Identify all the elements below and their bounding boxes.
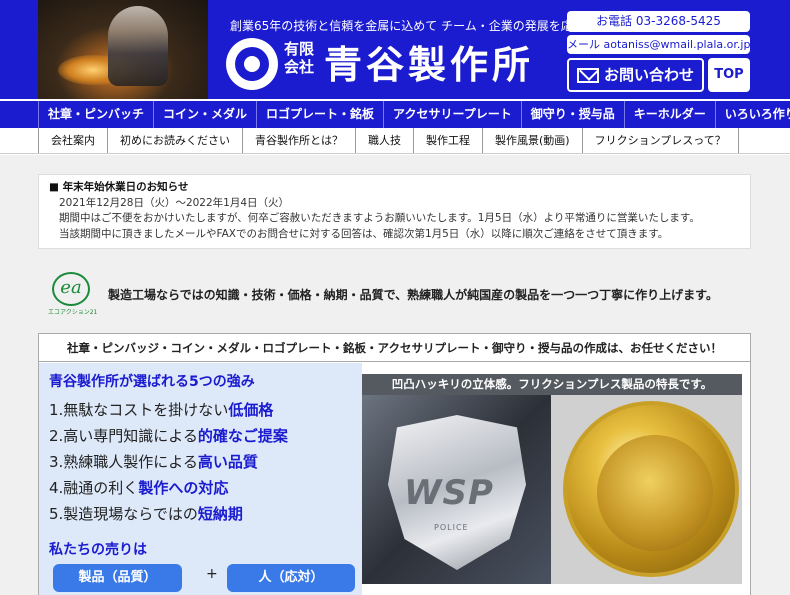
- eco-logo-mark: ea: [52, 272, 90, 306]
- nav-item-read-first[interactable]: 初めにお読みください: [108, 128, 243, 153]
- badge-emblem-text: WSP: [404, 473, 494, 513]
- site-header: 創業65年の技術と信頼を金属に込めて チーム・企業の発展を応援する 有限会社 青…: [0, 0, 790, 99]
- features-panel: 社章・ピンバッジ・コイン・メダル・ロゴプレート・銘板・アクセサリプレート・御守り…: [38, 333, 751, 595]
- selling-points-title: 私たちの売りは: [49, 542, 147, 558]
- nav-item-pin-badges[interactable]: 社章・ピンバッチ: [38, 101, 155, 128]
- email-link[interactable]: メール aotaniss@wmail.plala.or.jp: [567, 35, 750, 54]
- service-button[interactable]: 人（応対）: [227, 564, 355, 592]
- dragon-coin-photo: [551, 395, 742, 584]
- company-logo-icon[interactable]: [226, 38, 278, 90]
- strength-item: 4.融通の利く製作への対応: [49, 479, 229, 497]
- panel-headline: 社章・ピンバッジ・コイン・メダル・ロゴプレート・銘板・アクセサリプレート・御守り…: [39, 334, 750, 362]
- plus-sign: +: [206, 566, 218, 582]
- envelope-icon: [577, 68, 599, 83]
- contact-button-label: お問い合わせ: [604, 66, 695, 84]
- holiday-notice: ■ 年末年始休業日のお知らせ 2021年12月28日（火）～2022年1月4日（…: [38, 174, 751, 249]
- contact-button[interactable]: お問い合わせ: [567, 58, 704, 92]
- nav-item-logo-plates[interactable]: ロゴプレート・銘板: [257, 101, 385, 128]
- strength-item: 3.熟練職人製作による高い品質: [49, 453, 258, 471]
- strength-item: 2.高い専門知識による的確なご提案: [49, 427, 288, 445]
- notice-title: ■ 年末年始休業日のお知らせ: [49, 181, 189, 193]
- eco-statement: 製造工場ならではの知識・技術・価格・納期・品質で、熟練職人が純国産の製品を一つ一…: [108, 288, 718, 302]
- nav-item-craftsmanship[interactable]: 職人技: [356, 128, 414, 153]
- eco-action-logo: ea エコアクション21: [48, 272, 97, 318]
- nav-item-video[interactable]: 製作風景(動画): [483, 128, 583, 153]
- nav-item-keychains[interactable]: キーホルダー: [625, 101, 716, 128]
- notice-line: 当該期間中に頂きましたメールやFAXでのお問合せに対する回答は、確認次第1月5日…: [59, 227, 669, 240]
- nav-item-process[interactable]: 製作工程: [414, 128, 483, 153]
- strength-item: 1.無駄なコストを掛けない低価格: [49, 401, 274, 419]
- company-name[interactable]: 青谷製作所: [324, 34, 534, 89]
- nav-item-company[interactable]: 会社案内: [38, 128, 108, 153]
- nav-item-friction-press[interactable]: フリクションプレスって？: [583, 128, 739, 153]
- strengths-title: 青谷製作所が選ばれる5つの強み: [49, 374, 255, 390]
- tagline: 創業65年の技術と信頼を金属に込めて チーム・企業の発展を応援する: [230, 19, 609, 33]
- company-kind: 有限会社: [284, 40, 315, 76]
- top-button[interactable]: TOP: [708, 58, 750, 92]
- strengths-column: 青谷製作所が選ばれる5つの強み 1.無駄なコストを掛けない低価格 2.高い専門知…: [39, 363, 362, 595]
- nav-item-other-products[interactable]: いろいろ作ります: [716, 101, 790, 128]
- craftsman-photo: [38, 0, 208, 99]
- eco-logo-caption: エコアクション21: [48, 309, 98, 316]
- notice-line: 期間中はご不便をおかけいたしますが、何卒ご容赦いただきますようお願いいたします。…: [59, 212, 700, 224]
- phone-link[interactable]: お電話 03-3268-5425: [567, 11, 750, 32]
- strength-item: 5.製造現場ならではの短納期: [49, 505, 243, 523]
- photo-caption: 凹凸ハッキリの立体感。フリクションプレス製品の特長です。: [362, 374, 742, 395]
- nav-item-about[interactable]: 青谷製作所とは？: [243, 128, 356, 153]
- secondary-nav: 会社案内 初めにお読みください 青谷製作所とは？ 職人技 製作工程 製作風景(動…: [0, 128, 790, 154]
- primary-nav: 社章・ピンバッチ コイン・メダル ロゴプレート・銘板 アクセサリープレート 御守…: [0, 99, 790, 128]
- police-badge-photo: WSP POLICE: [362, 395, 551, 584]
- quality-button[interactable]: 製品（品質）: [53, 564, 182, 592]
- notice-line: 2021年12月28日（火）～2022年1月4日（火）: [59, 196, 290, 209]
- nav-item-accessory-plates[interactable]: アクセサリープレート: [384, 101, 522, 128]
- product-photos: 凹凸ハッキリの立体感。フリクションプレス製品の特長です。 WSP POLICE: [362, 363, 750, 595]
- badge-sub-text: POLICE: [434, 523, 469, 532]
- nav-item-amulets[interactable]: 御守り・授与品: [522, 101, 625, 128]
- nav-item-coins-medals[interactable]: コイン・メダル: [154, 101, 258, 128]
